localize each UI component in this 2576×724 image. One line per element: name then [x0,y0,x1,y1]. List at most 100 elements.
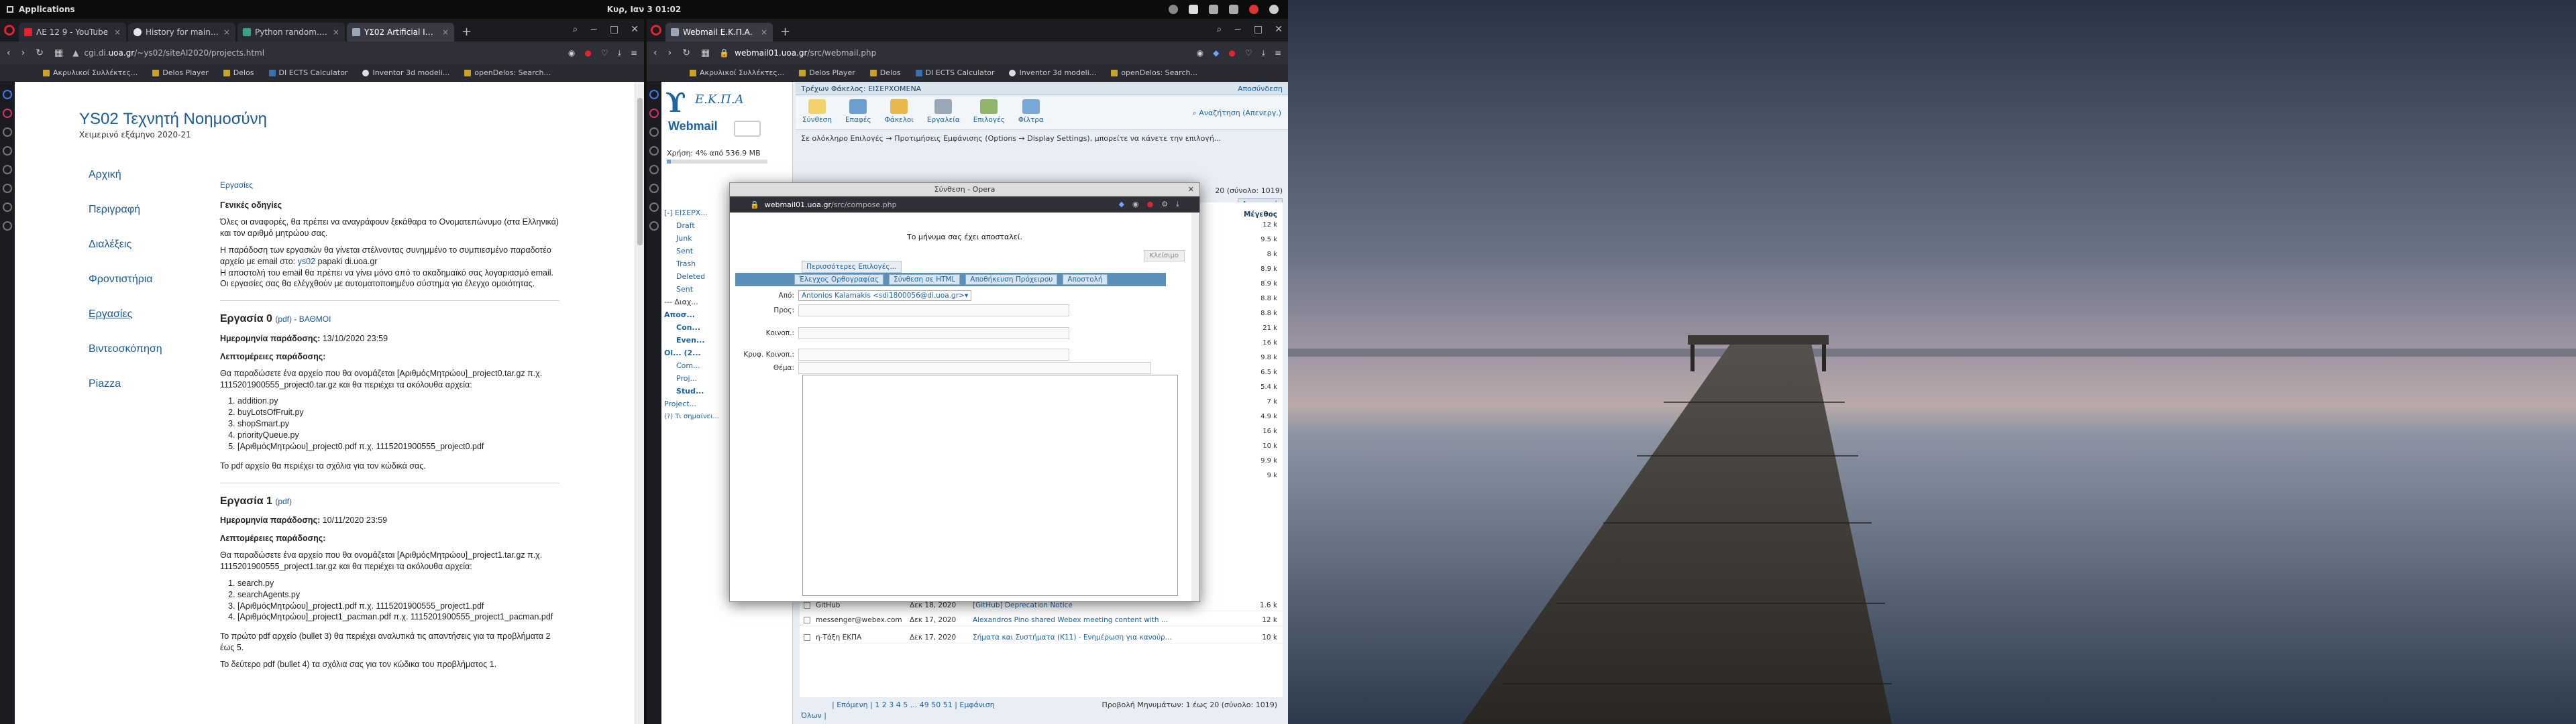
html-compose-button[interactable]: Σύνθεση σε HTML [889,274,961,285]
more-options-button[interactable]: Περισσότερες Επιλογές... [802,261,902,273]
minimize-icon[interactable]: − [1234,24,1242,35]
row-checkbox[interactable] [804,634,810,641]
bookmark-item[interactable]: openDelos: Search... [1111,68,1197,77]
nav-recordings[interactable]: Βιντεοσκόπηση [89,343,162,355]
tabs-grid-icon[interactable]: ▦ [54,48,63,58]
opera-menu-icon[interactable] [647,19,665,42]
folder-item[interactable]: Draft [664,219,719,232]
folder-item[interactable]: Con... [664,321,719,334]
reload-icon[interactable]: ↻ [682,48,690,58]
close-tab-icon[interactable]: × [761,27,767,37]
clock-icon[interactable] [649,184,659,193]
shield-icon[interactable]: ◆ [1119,200,1124,209]
instagram-icon[interactable] [3,109,12,118]
bookmark-item[interactable]: Delos [223,68,254,77]
maximize-icon[interactable]: □ [1254,24,1263,35]
whatsapp-icon[interactable] [3,127,12,137]
folder-item[interactable]: Αποσ... [664,308,719,321]
subject-field[interactable] [798,362,1151,374]
msg-subject[interactable]: Σήματα και Συστήματα (Κ11) - Ενημέρωση γ… [963,634,1256,642]
cube-icon[interactable] [649,202,659,212]
msg-subject[interactable]: [GitHub] Deprecation Notice [963,601,1256,609]
folder-item[interactable]: Trash [664,257,719,270]
bookmark-item[interactable]: Inventor 3d modeli... [1009,68,1096,77]
settings-icon[interactable] [649,221,659,231]
bookmark-item[interactable]: Delos [869,68,901,77]
tab-youtube[interactable]: ΛΕ 12 9 - YouTube × [19,23,126,42]
network-icon[interactable] [1209,5,1218,14]
close-tab-icon[interactable]: × [114,27,121,37]
heart-icon[interactable] [3,165,12,174]
close-icon[interactable]: ✕ [631,24,639,35]
breadcrumb[interactable]: Εργασίες [220,180,559,190]
folder-item[interactable]: Sent [664,283,719,296]
options-button[interactable]: Επιλογές [973,99,1005,127]
folder-item[interactable]: Junk [664,232,719,245]
url-field[interactable]: ▲ cgi.di.uoa.gr/~ys02/siteAI2020/project… [72,48,559,58]
bookmark-item[interactable]: Delos Player [799,68,855,77]
settings-icon[interactable] [1269,5,1279,14]
url-field[interactable]: 🔒 webmail01.uoa.gr/src/webmail.php [719,48,1187,58]
search-tabs-icon[interactable]: ⌕ [572,24,578,35]
whatsapp-icon[interactable] [649,127,659,137]
send-button[interactable]: Αποστολή [1063,274,1108,285]
forward-icon[interactable]: › [668,48,672,58]
tab-python[interactable]: Python random.choi × [237,23,345,42]
camera-icon[interactable]: ◉ [568,48,575,58]
tab-webmail[interactable]: Webmail Ε.Κ.Π.Α. × [665,23,773,42]
email-link[interactable]: ys02 [298,257,315,266]
row-checkbox[interactable] [804,616,810,623]
search-link[interactable]: ⌕ Αναζήτηση (Απενεργ.) [1193,109,1281,118]
camera-icon[interactable]: ◉ [1132,200,1139,209]
history-icon[interactable] [3,146,12,156]
size-column-header[interactable]: Μέγεθος [1244,210,1277,219]
folder-item[interactable]: Project... [664,398,719,410]
popup-scrollbar[interactable] [1191,213,1199,601]
folder-item[interactable]: Even... [664,334,719,347]
table-row[interactable]: η-Τάξη ΕΚΠΑ Δεκ 17, 2020 Σήματα και Συστ… [800,631,1283,644]
moon-icon[interactable] [1169,5,1178,14]
back-icon[interactable]: ‹ [7,48,11,58]
to-field[interactable] [798,304,1069,316]
page-scrollbar[interactable] [635,82,644,724]
download-icon[interactable]: ⤓ [618,48,621,58]
filters-button[interactable]: Φίλτρα [1018,99,1044,127]
nav-home[interactable]: Αρχική [89,169,162,181]
folder-item[interactable]: Proj... [664,372,719,385]
bookmark-item[interactable]: Delos Player [152,68,209,77]
folder-item[interactable]: Deleted [664,270,719,283]
bookmark-item[interactable]: Inventor 3d modeli... [362,68,449,77]
from-select[interactable]: Antonios Kalamakis <sdi1800056@di.uoa.gr… [798,290,972,301]
spellcheck-button[interactable]: Έλεγχος Ορθογραφίας [794,274,884,285]
settings-icon[interactable] [3,221,12,231]
bookmark-item[interactable]: DI ECTS Calculator [915,68,994,77]
minimize-icon[interactable]: − [590,24,598,35]
nav-projects[interactable]: Εργασίες [89,308,162,320]
table-row[interactable]: messenger@webex.com Δεκ 17, 2020 Alexand… [800,614,1283,626]
adblock-icon[interactable]: ● [1228,48,1235,58]
search-tabs-icon[interactable]: ⌕ [1216,24,1222,35]
bookmark-item[interactable]: Ακρυλικοί Συλλέκτες... [43,68,138,77]
row-checkbox[interactable] [804,601,810,609]
message-body-textarea[interactable] [802,375,1178,596]
bookmark-item[interactable]: DI ECTS Calculator [268,68,347,77]
bookmark-item[interactable]: Ακρυλικοί Συλλέκτες... [690,68,784,77]
nav-tutorials[interactable]: Φροντιστήρια [89,274,162,286]
instagram-icon[interactable] [649,109,659,118]
bookmark-heart-icon[interactable]: ♡ [1245,48,1252,58]
popup-url[interactable]: webmail01.uoa.gr/src/compose.php [765,200,897,209]
nav-piazza[interactable]: Piazza [89,378,162,390]
forward-icon[interactable]: › [21,48,25,58]
opera-menu-icon[interactable] [0,19,19,42]
adblock-icon[interactable]: ● [584,48,591,58]
tools-button[interactable]: Εργαλεία [927,99,960,127]
bcc-field[interactable] [798,349,1069,361]
keyboard-layout-icon[interactable] [1189,5,1198,14]
save-draft-button[interactable]: Αποθήκευση Πρόχειρου [965,274,1058,285]
scrollbar-thumb[interactable] [637,98,643,245]
heart-icon[interactable] [649,165,659,174]
cube-icon[interactable] [3,202,12,212]
reload-icon[interactable]: ↻ [36,48,44,58]
close-tab-icon[interactable]: × [442,27,449,37]
camera-icon[interactable]: ◉ [1197,48,1203,58]
